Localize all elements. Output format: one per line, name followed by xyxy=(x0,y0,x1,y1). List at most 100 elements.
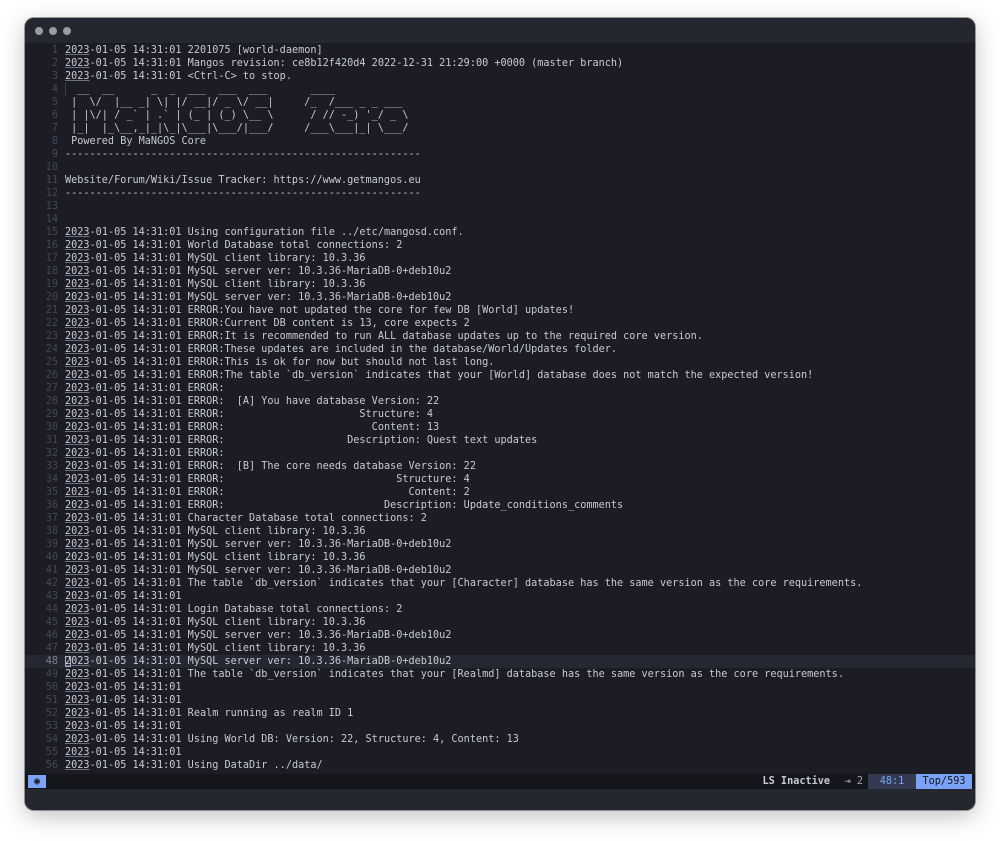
line-number: 10 xyxy=(45,162,58,173)
diagnostic-underline: 2023 xyxy=(65,734,90,745)
line-number: 25 xyxy=(45,357,58,368)
editor-line[interactable]: 35 2023-01-05 14:31:01 ERROR: Content: 2 xyxy=(25,486,975,499)
diagnostic-underline: 2023 xyxy=(65,656,90,667)
editor-line[interactable]: 25 2023-01-05 14:31:01 ERROR:This is ok f… xyxy=(25,356,975,369)
editor-line[interactable]: 6 | |\/| / _` | .` | (_ | (_) \__ \ / //… xyxy=(25,109,975,122)
diagnostic-underline: 2023 xyxy=(65,357,90,368)
editor-line[interactable]: 52 2023-01-05 14:31:01 Realm running as r… xyxy=(25,707,975,720)
line-number: 14 xyxy=(45,214,58,225)
close-window-button[interactable] xyxy=(35,27,43,35)
editor-line[interactable]: 3 2023-01-05 14:31:01 <Ctrl-C> to stop. xyxy=(25,70,975,83)
line-number: 51 xyxy=(45,695,58,706)
indent-setting: ⇥ 2 xyxy=(844,776,863,787)
editor-line[interactable]: 33 2023-01-05 14:31:01 ERROR: [B] The cor… xyxy=(25,460,975,473)
editor-line[interactable]: 23 2023-01-05 14:31:01 ERROR:It is recomm… xyxy=(25,330,975,343)
editor-line[interactable]: 37 2023-01-05 14:31:01 Character Database… xyxy=(25,512,975,525)
editor-line[interactable]: 49 2023-01-05 14:31:01 The table `db_vers… xyxy=(25,668,975,681)
editor-line[interactable]: 39 2023-01-05 14:31:01 MySQL server ver: … xyxy=(25,538,975,551)
line-text: 2023-01-05 14:31:01 ERROR: [B] The core … xyxy=(65,461,476,472)
line-number: 21 xyxy=(45,305,58,316)
line-number: 17 xyxy=(45,253,58,264)
editor-line[interactable]: 24 2023-01-05 14:31:01 ERROR:These update… xyxy=(25,343,975,356)
line-text: 2023-01-05 14:31:01 ERROR:These updates … xyxy=(65,344,618,355)
editor-line[interactable]: 36 2023-01-05 14:31:01 ERROR: Description… xyxy=(25,499,975,512)
editor-line[interactable]: 32 2023-01-05 14:31:01 ERROR: xyxy=(25,447,975,460)
diagnostic-underline: 2023 xyxy=(65,344,90,355)
editor-line[interactable]: 16 2023-01-05 14:31:01 World Database tot… xyxy=(25,239,975,252)
editor-line[interactable]: 22 2023-01-05 14:31:01 ERROR:Current DB c… xyxy=(25,317,975,330)
editor-line[interactable]: 4 __ __ _ _ ___ ___ ___ ____ xyxy=(25,83,975,96)
editor-line[interactable]: 56 2023-01-05 14:31:01 Using DataDir ../d… xyxy=(25,759,975,772)
editor-line[interactable]: 26 2023-01-05 14:31:01 ERROR:The table `d… xyxy=(25,369,975,382)
editor-line[interactable]: 48 2023-01-05 14:31:01 MySQL server ver: … xyxy=(25,655,975,668)
line-text: 2023-01-05 14:31:01 MySQL server ver: 10… xyxy=(65,630,452,641)
terminal-window: 1 2023-01-05 14:31:01 2201075 [world-daem… xyxy=(25,18,975,810)
editor-line[interactable]: 17 2023-01-05 14:31:01 MySQL client libra… xyxy=(25,252,975,265)
editor-buffer[interactable]: 1 2023-01-05 14:31:01 2201075 [world-daem… xyxy=(25,43,975,774)
minimize-window-button[interactable] xyxy=(49,27,57,35)
line-number: 36 xyxy=(45,500,58,511)
editor-line[interactable]: 31 2023-01-05 14:31:01 ERROR: Description… xyxy=(25,434,975,447)
editor-line[interactable]: 28 2023-01-05 14:31:01 ERROR: [A] You hav… xyxy=(25,395,975,408)
editor-line[interactable]: 15 2023-01-05 14:31:01 Using configuratio… xyxy=(25,226,975,239)
line-text: ----------------------------------------… xyxy=(65,149,421,160)
editor-line[interactable]: 1 2023-01-05 14:31:01 2201075 [world-daem… xyxy=(25,44,975,57)
line-number: 55 xyxy=(45,747,58,758)
editor-line[interactable]: 38 2023-01-05 14:31:01 MySQL client libra… xyxy=(25,525,975,538)
editor-line[interactable]: 53 2023-01-05 14:31:01 xyxy=(25,720,975,733)
editor-line[interactable]: 46 2023-01-05 14:31:01 MySQL server ver: … xyxy=(25,629,975,642)
editor-line[interactable]: 18 2023-01-05 14:31:01 MySQL server ver: … xyxy=(25,265,975,278)
editor-line[interactable]: 27 2023-01-05 14:31:01 ERROR: xyxy=(25,382,975,395)
line-text: | |\/| / _` | .` | (_ | (_) \__ \ / // -… xyxy=(65,110,409,121)
editor-lines: 1 2023-01-05 14:31:01 2201075 [world-daem… xyxy=(25,44,975,772)
line-text: 2023-01-05 14:31:01 MySQL client library… xyxy=(65,617,366,628)
editor-line[interactable]: 41 2023-01-05 14:31:01 MySQL server ver: … xyxy=(25,564,975,577)
editor-line[interactable]: 43 2023-01-05 14:31:01 xyxy=(25,590,975,603)
diagnostic-underline: 2023 xyxy=(65,630,90,641)
editor-line[interactable]: 30 2023-01-05 14:31:01 ERROR: Content: 13 xyxy=(25,421,975,434)
line-number: 49 xyxy=(45,669,58,680)
diagnostic-underline: 2023 xyxy=(65,682,90,693)
editor-line[interactable]: 14 xyxy=(25,213,975,226)
editor-line[interactable]: 55 2023-01-05 14:31:01 xyxy=(25,746,975,759)
line-text: 2023-01-05 14:31:01 ERROR: Structure: 4 xyxy=(65,409,434,420)
editor-line[interactable]: 20 2023-01-05 14:31:01 MySQL server ver: … xyxy=(25,291,975,304)
line-number: 34 xyxy=(45,474,58,485)
line-number: 13 xyxy=(45,201,58,212)
editor-line[interactable]: 21 2023-01-05 14:31:01 ERROR:You have not… xyxy=(25,304,975,317)
editor-line[interactable]: 8 Powered By MaNGOS Core xyxy=(25,135,975,148)
line-text: 2023-01-05 14:31:01 MySQL client library… xyxy=(65,643,366,654)
editor-line[interactable]: 42 2023-01-05 14:31:01 The table `db_vers… xyxy=(25,577,975,590)
editor-line[interactable]: 29 2023-01-05 14:31:01 ERROR: Structure: … xyxy=(25,408,975,421)
line-text: 2023-01-05 14:31:01 xyxy=(65,695,182,706)
editor-line[interactable]: 44 2023-01-05 14:31:01 Login Database tot… xyxy=(25,603,975,616)
line-number: 1 xyxy=(51,45,58,56)
line-number: 11 xyxy=(45,175,58,186)
editor-line[interactable]: 13 xyxy=(25,200,975,213)
line-text: ----------------------------------------… xyxy=(65,188,421,199)
editor-line[interactable]: 51 2023-01-05 14:31:01 xyxy=(25,694,975,707)
editor-line[interactable]: 47 2023-01-05 14:31:01 MySQL client libra… xyxy=(25,642,975,655)
editor-line[interactable]: 10 xyxy=(25,161,975,174)
editor-line[interactable]: 12 --------------------------------------… xyxy=(25,187,975,200)
editor-line[interactable]: 45 2023-01-05 14:31:01 MySQL client libra… xyxy=(25,616,975,629)
editor-line[interactable]: 54 2023-01-05 14:31:01 Using World DB: Ve… xyxy=(25,733,975,746)
diagnostic-underline: 2023 xyxy=(65,227,90,238)
editor-line[interactable]: 19 2023-01-05 14:31:01 MySQL client libra… xyxy=(25,278,975,291)
editor-line[interactable]: 7 |_| |_\__,_|_|\_|\___|\___/|___/ /___\… xyxy=(25,122,975,135)
editor-line[interactable]: 11 Website/Forum/Wiki/Issue Tracker: http… xyxy=(25,174,975,187)
line-number: 20 xyxy=(45,292,58,303)
command-line[interactable] xyxy=(25,789,975,810)
editor-line[interactable]: 5 | \/ |__ _| \| |/ __|/ _ \/ __| /_ /__… xyxy=(25,96,975,109)
line-text: 2023-01-05 14:31:01 World Database total… xyxy=(65,240,403,251)
line-number: 9 xyxy=(51,149,58,160)
editor-line[interactable]: 34 2023-01-05 14:31:01 ERROR: Structure: … xyxy=(25,473,975,486)
line-number: 23 xyxy=(45,331,58,342)
editor-line[interactable]: 50 2023-01-05 14:31:01 xyxy=(25,681,975,694)
editor-line[interactable]: 9 ---------------------------------------… xyxy=(25,148,975,161)
editor-line[interactable]: 2 2023-01-05 14:31:01 Mangos revision: ce… xyxy=(25,57,975,70)
editor-line[interactable]: 40 2023-01-05 14:31:01 MySQL client libra… xyxy=(25,551,975,564)
mode-indicator-icon: ◉ xyxy=(28,775,46,788)
maximize-window-button[interactable] xyxy=(63,27,71,35)
line-text: 2023-01-05 14:31:01 The table `db_versio… xyxy=(65,669,844,680)
